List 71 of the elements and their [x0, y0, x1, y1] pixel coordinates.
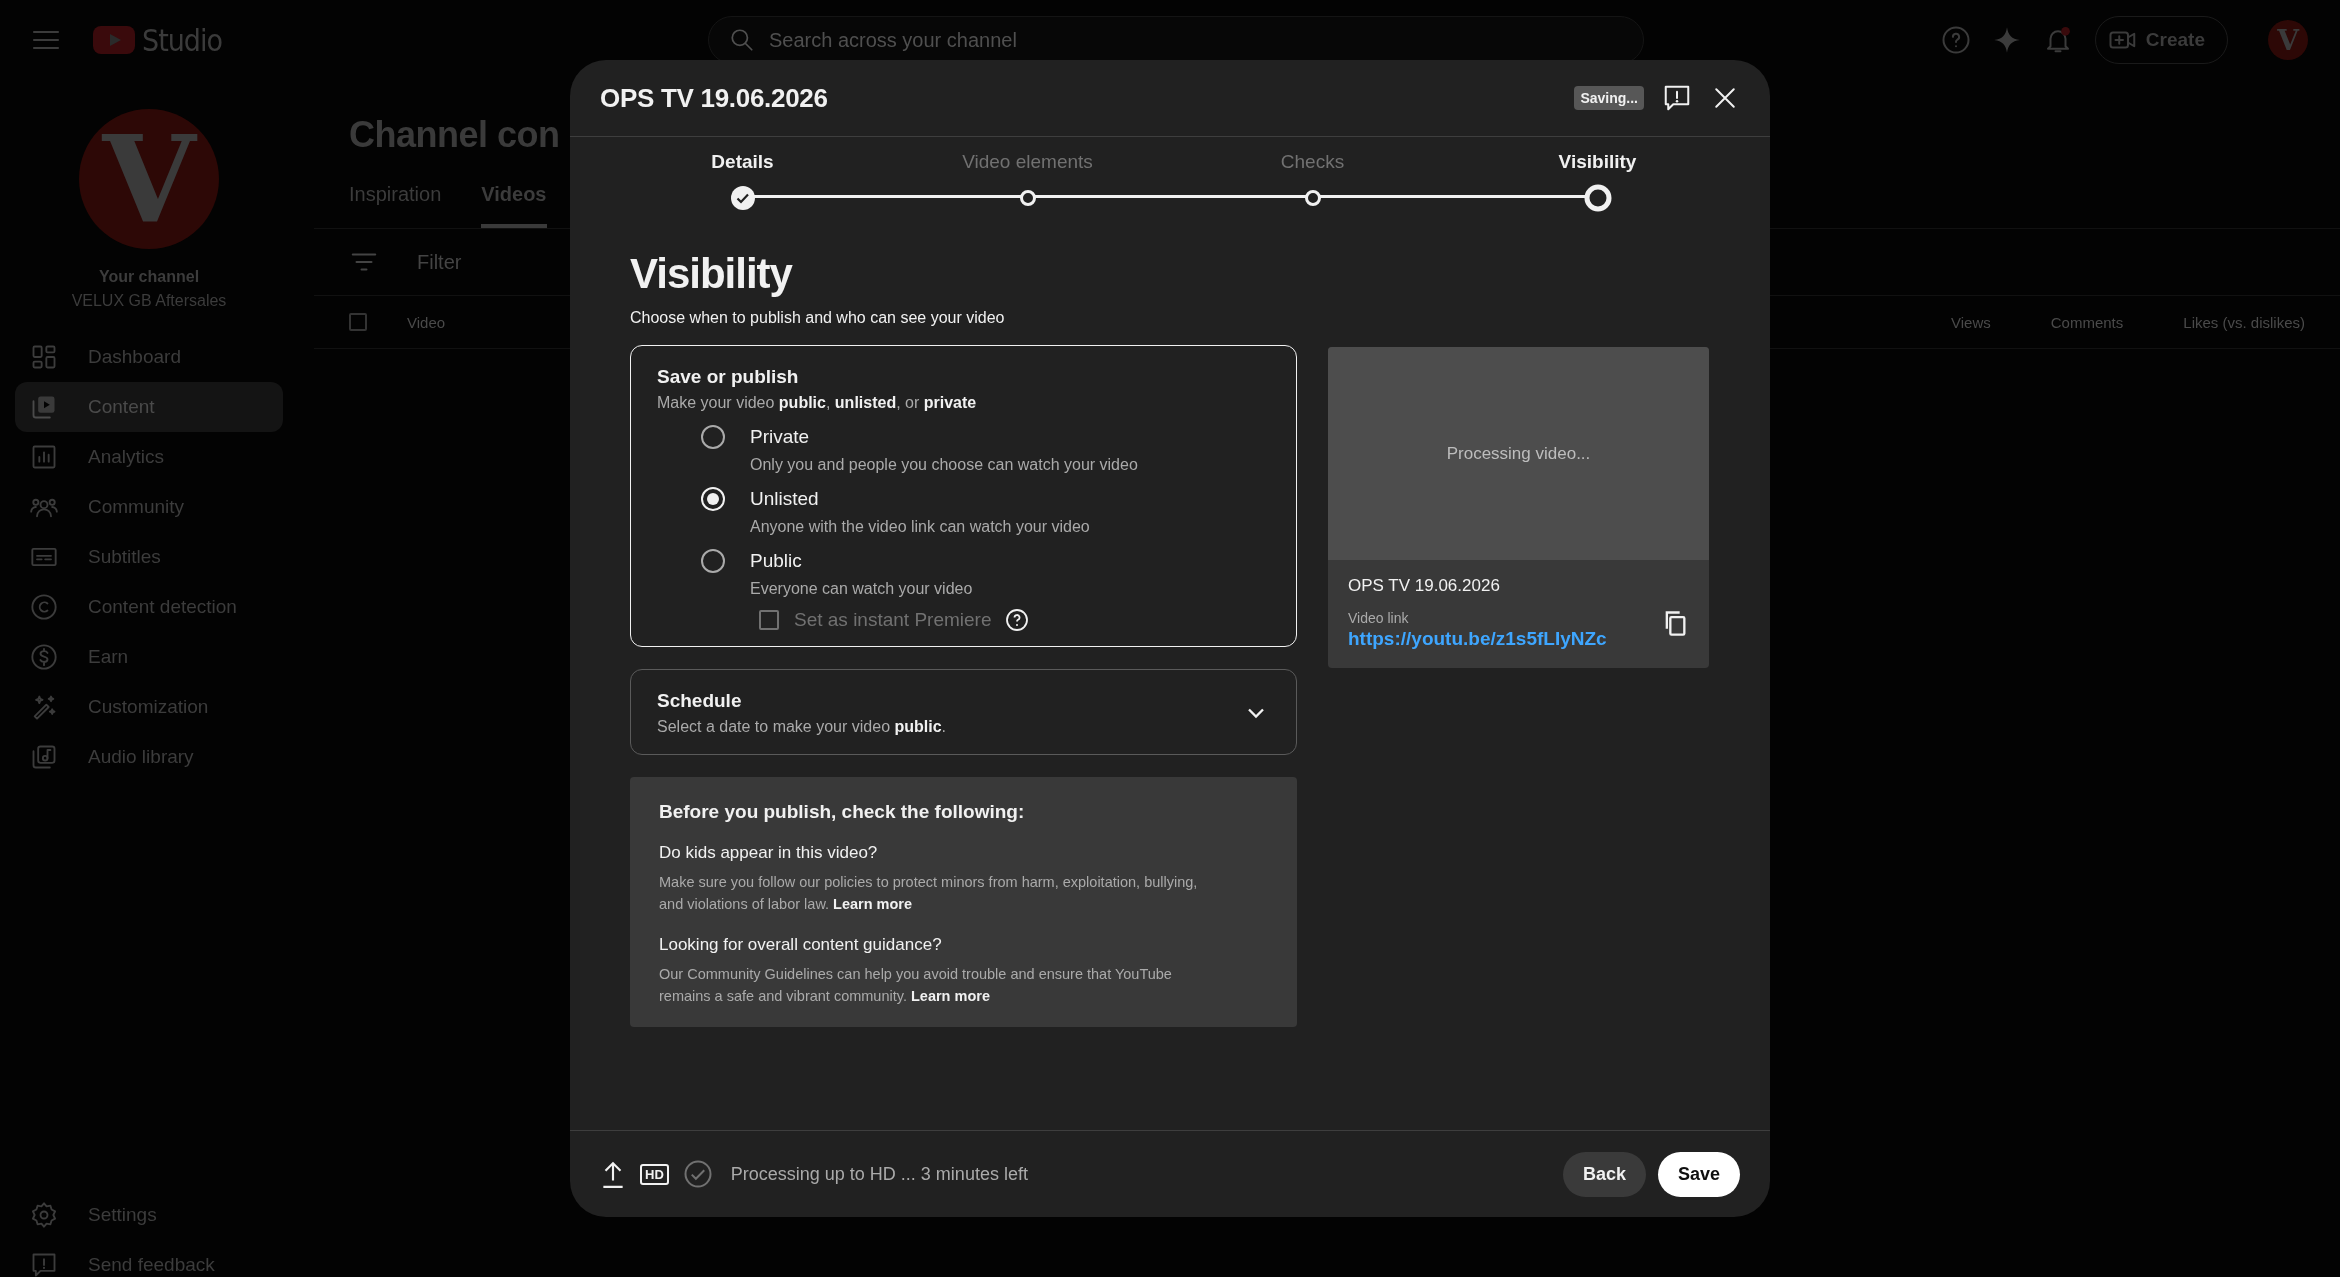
dashboard-icon [30, 343, 58, 371]
save-button[interactable]: Save [1657, 1151, 1740, 1197]
schedule-card[interactable]: Schedule Select a date to make your video public. [630, 669, 1297, 756]
section-subheading: Choose when to publish and who can see your video [630, 309, 1006, 328]
option-label: Private [750, 426, 811, 449]
section-heading: Visibility [630, 251, 794, 298]
sidebar-item[interactable]: Settings [15, 1190, 313, 1240]
video-link[interactable]: https://youtu.be/z1s5fLIyNZc [1348, 628, 1661, 651]
search-icon [729, 27, 755, 53]
filter-field[interactable]: Filter [417, 250, 462, 274]
radio-button[interactable] [700, 548, 726, 575]
card-description: Select a date to make your video public. [657, 718, 948, 737]
option-description: Everyone can watch your video [750, 580, 974, 599]
column-header: Likes (vs. dislikes) [2183, 313, 2305, 331]
status-badge: Saving... [1574, 86, 1644, 110]
step-label[interactable]: Visibility [1558, 151, 1637, 173]
radio-button[interactable] [700, 424, 726, 451]
option-label: Public [750, 550, 803, 573]
play-logo-icon [92, 24, 136, 56]
card-description: Make your video public, unlisted, or private [657, 394, 978, 413]
tab[interactable]: Inspiration [349, 183, 442, 228]
sidebar-item[interactable]: Community [15, 482, 283, 532]
card-title: Save or publish [657, 366, 800, 389]
option-description: Only you and people you choose can watch your video [750, 456, 1139, 475]
sidebar-item[interactable]: Customization [15, 682, 283, 732]
learn-more-link[interactable]: Learn more [833, 896, 913, 913]
upload-icon[interactable] [600, 1159, 626, 1189]
processing-label: Processing video... [1446, 443, 1591, 464]
dialog-title: OPS TV 19.06.2026 [600, 82, 828, 114]
bar-chart-icon [30, 443, 58, 471]
hd-badge: HD [640, 1163, 669, 1185]
tab[interactable]: Videos [481, 183, 547, 228]
learn-more-link[interactable]: Learn more [911, 988, 990, 1005]
step-label[interactable]: Checks [1280, 151, 1345, 173]
sidebar-item[interactable]: Audio library [15, 732, 283, 782]
feedback-icon [30, 1251, 58, 1277]
question-title: Looking for overall content guidance? [659, 935, 943, 956]
option-description: Anyone with the video link can watch your video [750, 518, 1091, 537]
question-title: Do kids appear in this video? [659, 843, 879, 864]
option-label: Unlisted [750, 488, 820, 511]
sidebar-item[interactable]: Send feedback [15, 1240, 313, 1277]
processing-status: Processing up to HD ... 3 minutes left [730, 1163, 1028, 1185]
channel-title: Your channel [98, 268, 200, 286]
link-label: Video link [1348, 610, 1410, 627]
step-label[interactable]: Video elements [962, 151, 1093, 173]
sidebar-item[interactable]: Content detection [15, 582, 283, 632]
logo[interactable]: Studio [92, 22, 222, 58]
back-button[interactable]: Back [1562, 1151, 1646, 1197]
sidebar-item[interactable]: Subtitles [15, 532, 283, 582]
video-title: OPS TV 19.06.2026 [1348, 576, 1501, 597]
channel-name: VELUX GB Aftersales [71, 292, 227, 310]
column-header: Comments [2050, 313, 2124, 331]
copyright-icon [30, 593, 58, 621]
feedback-icon[interactable] [1662, 83, 1692, 113]
check-circle-icon [682, 1159, 713, 1189]
sidebar-item[interactable]: Earn [15, 632, 283, 682]
paragraph: Make sure you follow our policies to protect minors from harm, exploitation, bullying, and violations of labor law. Learn more [659, 873, 1199, 915]
step-label[interactable]: Details [711, 151, 774, 173]
card-title: Schedule [657, 690, 743, 713]
column-header: Views [1951, 313, 1991, 331]
help-icon[interactable] [1005, 608, 1030, 633]
dollar-icon [30, 643, 58, 671]
paragraph: Our Community Guidelines can help you avoid trouble and ensure that YouTube remains a safe and vibrant community. Learn more [659, 965, 1173, 1007]
column-header: Video [407, 313, 446, 331]
checkbox-label: Set as instant Premiere [794, 609, 992, 632]
panel-title: Before you publish, check the following: [659, 801, 1026, 824]
checkbox[interactable] [349, 313, 367, 331]
music-library-icon [30, 743, 58, 771]
sidebar-item[interactable]: Analytics [15, 432, 283, 482]
settings-icon [30, 1201, 58, 1229]
sidebar-item[interactable]: Dashboard [15, 332, 283, 382]
